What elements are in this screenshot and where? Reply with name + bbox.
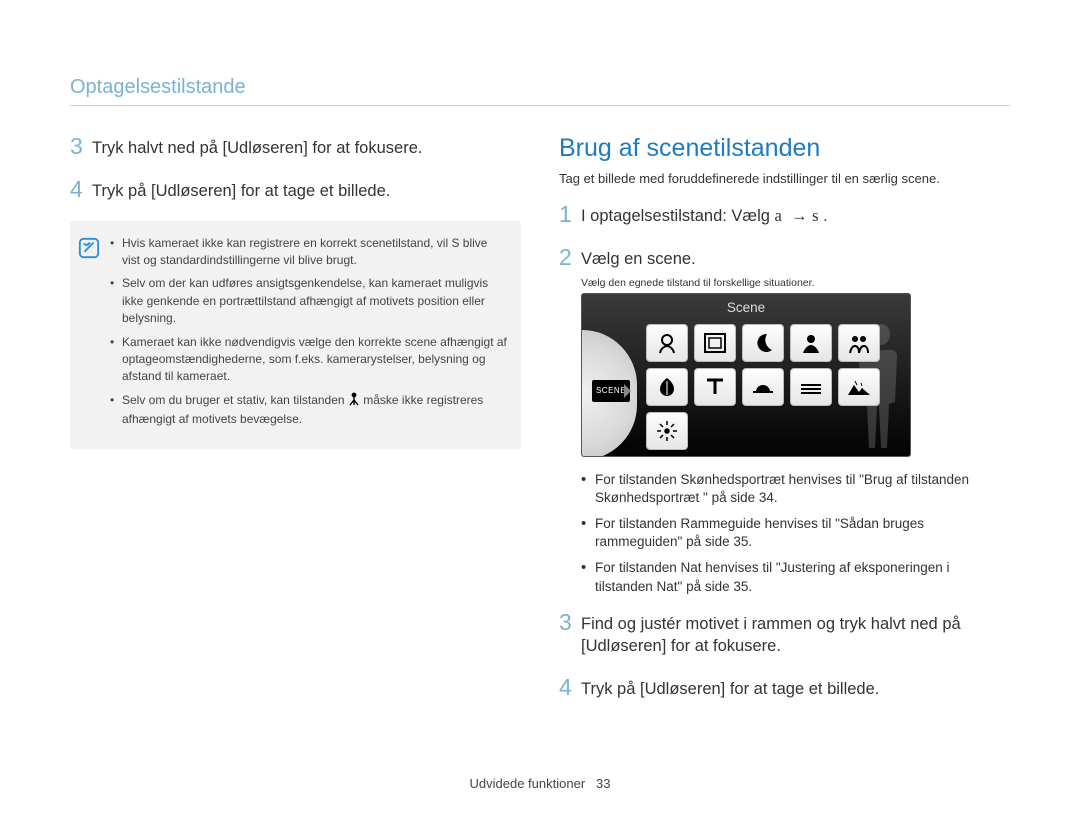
- footer-page-number: 33: [596, 776, 610, 791]
- step-text: Vælg en scene.: [581, 245, 696, 270]
- section-desc: Tag et billede med foruddefinerede indst…: [559, 171, 1010, 186]
- bullet-item: For tilstanden Skønhedsportræt henvises …: [581, 471, 1010, 507]
- step-number: 3: [70, 134, 92, 159]
- section-title: Brug af scenetilstanden: [559, 134, 1010, 163]
- screen-caption: Vælg den egnede tilstand til forskellige…: [581, 277, 1010, 289]
- page-footer: Udvidede funktioner 33: [0, 776, 1080, 791]
- scene-frameguide-icon: [694, 324, 736, 362]
- scene-dawn-icon: [790, 368, 832, 406]
- note-item: Hvis kameraet ikke kan registrere en kor…: [110, 235, 507, 270]
- left-column: 3 Tryk halvt ned på [Udløseren] for at f…: [70, 134, 521, 719]
- step-text: Tryk på [Udløseren] for at tage et bille…: [581, 675, 879, 700]
- scene-badge-icon: SCENE: [592, 380, 630, 402]
- scene-portrait-icon: [790, 324, 832, 362]
- scene-landscape-icon: [838, 368, 880, 406]
- tripod-icon: [348, 392, 360, 411]
- footer-section: Udvidede funktioner: [470, 776, 586, 791]
- step-text: I optagelsestilstand: Vælg a → s .: [581, 202, 828, 227]
- step-number: 1: [559, 202, 581, 227]
- step-number: 4: [559, 675, 581, 700]
- right-step-4: 4 Tryk på [Udløseren] for at tage et bil…: [559, 675, 1010, 700]
- scene-night-icon: [742, 324, 784, 362]
- bullet-item: For tilstanden Nat henvises til "Justeri…: [581, 559, 1010, 595]
- step-number: 2: [559, 245, 581, 270]
- reference-bullets: For tilstanden Skønhedsportræt henvises …: [581, 471, 1010, 596]
- scene-text-icon: [694, 368, 736, 406]
- note-item: Kameraet kan ikke nødvendigvis vælge den…: [110, 334, 507, 386]
- scene-panel-title: Scene: [582, 300, 910, 315]
- scene-children-icon: [838, 324, 880, 362]
- step-text: Tryk halvt ned på [Udløseren] for at fok…: [92, 134, 422, 159]
- right-step-3: 3 Find og justér motivet i rammen og try…: [559, 610, 1010, 658]
- step-number: 4: [70, 177, 92, 202]
- scene-beauty-icon: [646, 324, 688, 362]
- left-step-3: 3 Tryk halvt ned på [Udløseren] for at f…: [70, 134, 521, 159]
- scene-sunset-icon: [742, 368, 784, 406]
- scene-firework-icon: [646, 412, 688, 450]
- step-text: Tryk på [Udløseren] for at tage et bille…: [92, 177, 390, 202]
- note-item: Selv om der kan udføres ansigtsgenkendel…: [110, 275, 507, 327]
- right-column: Brug af scenetilstanden Tag et billede m…: [559, 134, 1010, 719]
- note-item: Selv om du bruger et stativ, kan tilstan…: [110, 392, 507, 429]
- note-icon: [78, 237, 100, 259]
- scene-panel: Scene SCENE: [581, 293, 911, 457]
- step-number: 3: [559, 610, 581, 658]
- page-header: Optagelsestilstande: [70, 76, 1010, 106]
- note-list: Hvis kameraet ikke kan registrere en kor…: [110, 235, 507, 435]
- content-columns: 3 Tryk halvt ned på [Udløseren] for at f…: [70, 134, 1010, 719]
- right-step-2: 2 Vælg en scene.: [559, 245, 1010, 270]
- step-text: Find og justér motivet i rammen og tryk …: [581, 610, 1010, 658]
- scene-icon-grid: [646, 324, 880, 450]
- left-step-4: 4 Tryk på [Udløseren] for at tage et bil…: [70, 177, 521, 202]
- note-box: Hvis kameraet ikke kan registrere en kor…: [70, 221, 521, 449]
- bullet-item: For tilstanden Rammeguide henvises til "…: [581, 515, 1010, 551]
- scene-close-up-icon: [646, 368, 688, 406]
- right-step-1: 1 I optagelsestilstand: Vælg a → s .: [559, 202, 1010, 227]
